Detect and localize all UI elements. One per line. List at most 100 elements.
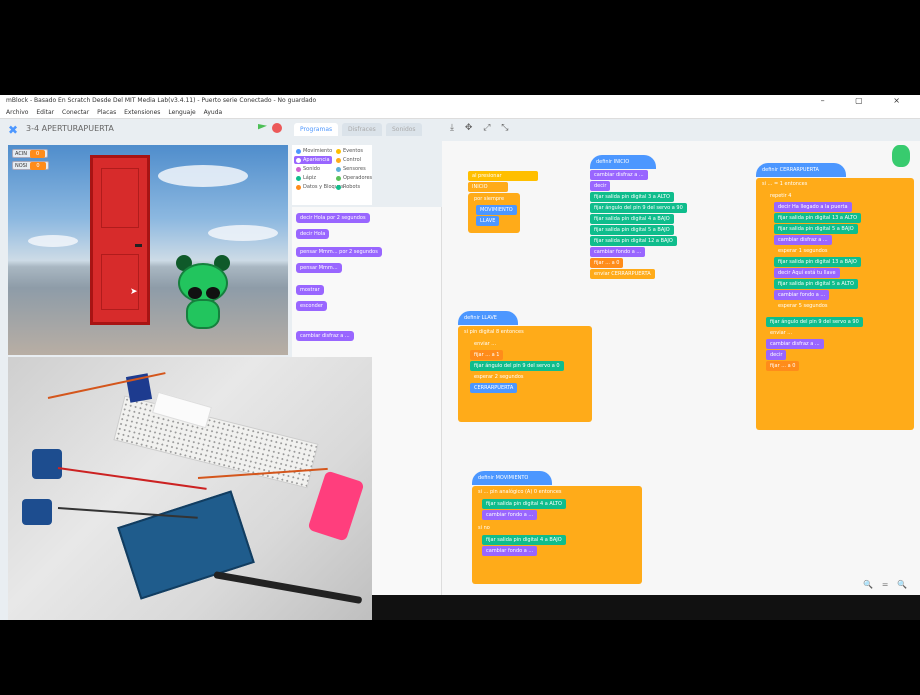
script-block[interactable]: cambiar fondo a ... [590,247,646,257]
script-block[interactable]: fijar ángulo del pin 9 del servo a 90 [590,203,687,213]
script-block[interactable]: fijar salida pin digital 3 a ALTO [590,192,674,202]
script-block[interactable]: al presionar [468,171,538,181]
script-block[interactable]: MOVIMIENTO [476,205,517,215]
script-block[interactable]: fijar salida pin digital 4 a BAJO [590,214,674,224]
project-title[interactable]: 3-4 APERTURAPUERTA [26,124,114,133]
category-sonido[interactable]: Sonido [294,165,332,173]
category-lapiz[interactable]: Lápiz [294,174,332,182]
cloud [208,225,278,241]
script-block[interactable]: esperar 5 segundos [774,301,832,311]
palette-block[interactable]: decir Hola por 2 segundos [296,213,370,223]
usb-cable [213,571,363,604]
script-block[interactable]: decir Ha llegado a la puerta [774,202,852,212]
breadboard [113,395,319,489]
script-block[interactable]: enviar ... [470,339,501,349]
script-block[interactable]: fijar ... a 0 [766,361,800,371]
script-block[interactable]: decir [766,350,787,360]
door-sprite[interactable] [90,155,150,325]
script-block[interactable]: cambiar fondo a ... [482,546,538,556]
category-sensores[interactable]: Sensores [334,165,370,173]
script-block[interactable]: decir [590,181,611,191]
window-title: mBlock - Basado En Scratch Desde Del MIT… [6,97,317,104]
green-flag-icon[interactable] [258,124,267,130]
script-block[interactable]: cambiar disfraz a ... [590,170,648,180]
script-block[interactable]: por siempre [470,194,509,204]
sprite-thumbnail[interactable] [892,145,910,167]
define-block[interactable]: definir CERRARPUERTA [756,163,846,177]
script-block[interactable]: cambiar fondo a ... [482,510,538,520]
screen: mBlock - Basado En Scratch Desde Del MIT… [0,95,920,620]
script-block[interactable]: decir Aquí está tu llave [774,268,840,278]
tab-programas[interactable]: Programas [294,123,339,136]
script-block[interactable]: CERRARPUERTA [470,383,518,393]
script-block[interactable]: cambiar disfraz a ... [774,235,832,245]
script-block[interactable]: fijar ángulo del pin 9 del servo a 90 [766,317,863,327]
pink-servo-mount [307,470,365,542]
script-block[interactable]: enviar ... [766,328,797,338]
monitor-label: ACIN [15,151,28,157]
sensor-module [32,449,62,479]
category-operadores[interactable]: Operadores [334,174,372,182]
variable-monitor[interactable]: NOSI 0 [12,161,49,170]
menu-bar: Archivo Editar Conectar Placas Extension… [0,107,920,119]
category-control[interactable]: Control [334,156,370,164]
script-block[interactable]: fijar salida pin digital 13 a ALTO [774,213,862,223]
script-block[interactable]: si no [474,523,494,533]
palette-block[interactable]: pensar Mmm... por 2 segundos [296,247,382,257]
script-block[interactable]: si ... pin analógico (A) 0 entonces [474,487,566,497]
script-block[interactable]: si ... = 1 entonces [758,179,812,189]
script-block[interactable]: esperar 2 segundos [470,372,528,382]
script-block[interactable]: si pin digital 8 entonces [460,327,528,337]
edit-tools[interactable]: ⤓ ✥ ⤢ ⤡ [450,123,513,133]
define-block[interactable]: definir LLAVE [458,311,518,325]
palette-block[interactable]: decir Hola [296,229,330,239]
script-block[interactable]: fijar salida pin digital 5 a BAJO [774,224,858,234]
script-block[interactable]: INICIO [468,182,508,192]
category-datos[interactable]: Datos y Bloques [294,183,344,191]
script-block[interactable]: fijar salida pin digital 12 a BAJO [590,236,677,246]
category-movimiento[interactable]: Movimiento [294,147,332,155]
zoom-controls[interactable]: 🔍 = 🔍 [863,580,910,589]
category-robots[interactable]: Robots [334,183,370,191]
script-block[interactable]: fijar ... a 0 [590,258,624,268]
palette-block[interactable]: cambiar disfraz a ... [296,331,354,341]
menu-editar[interactable]: Editar [36,109,54,116]
script-block[interactable]: enviar CERRARPUERTA [590,269,655,279]
palette-block[interactable]: mostrar [296,285,324,295]
cloud [158,165,248,187]
script-block[interactable]: fijar ángulo del pin 9 del servo a 0 [470,361,564,371]
menu-placas[interactable]: Placas [97,109,116,116]
menu-lenguaje[interactable]: Lenguaje [168,109,195,116]
window-controls[interactable]: – ▢ × [821,95,914,107]
menu-ayuda[interactable]: Ayuda [204,109,223,116]
cloud [28,235,78,247]
panda-sprite[interactable] [176,253,230,333]
scripts-area[interactable]: al presionar INICIO por siempre MOVIMIEN… [442,141,920,595]
script-block[interactable]: fijar salida pin digital 4 a ALTO [482,499,566,509]
script-block[interactable]: fijar ... a 1 [470,350,504,360]
script-block[interactable]: repetir 4 [766,191,796,201]
panda-eye [188,287,202,299]
script-block[interactable]: fijar salida pin digital 13 a BAJO [774,257,861,267]
stage[interactable]: ACIN 0 NOSI 0 ➤ [8,145,288,355]
script-block[interactable]: cambiar fondo a ... [774,290,830,300]
script-block[interactable]: LLAVE [476,216,500,226]
tab-disfraces[interactable]: Disfraces [342,123,382,136]
menu-extensiones[interactable]: Extensiones [124,109,160,116]
script-block[interactable]: fijar salida pin digital 4 a BAJO [482,535,566,545]
category-eventos[interactable]: Eventos [334,147,370,155]
menu-archivo[interactable]: Archivo [6,109,28,116]
script-block[interactable]: fijar salida pin digital 5 a ALTO [774,279,858,289]
define-block[interactable]: definir INICIO [590,155,656,169]
define-block[interactable]: definir MOVIMIENTO [472,471,552,485]
tab-sonidos[interactable]: Sonidos [386,123,422,136]
palette-block[interactable]: esconder [296,301,327,311]
script-block[interactable]: esperar 1 segundos [774,246,832,256]
variable-monitor[interactable]: ACIN 0 [12,149,49,158]
stop-icon[interactable] [272,123,282,133]
script-block[interactable]: cambiar disfraz a ... [766,339,824,349]
category-apariencia[interactable]: Apariencia [294,156,332,164]
menu-conectar[interactable]: Conectar [62,109,89,116]
palette-block[interactable]: pensar Mmm... [296,263,342,273]
script-block[interactable]: fijar salida pin digital 5 a BAJO [590,225,674,235]
